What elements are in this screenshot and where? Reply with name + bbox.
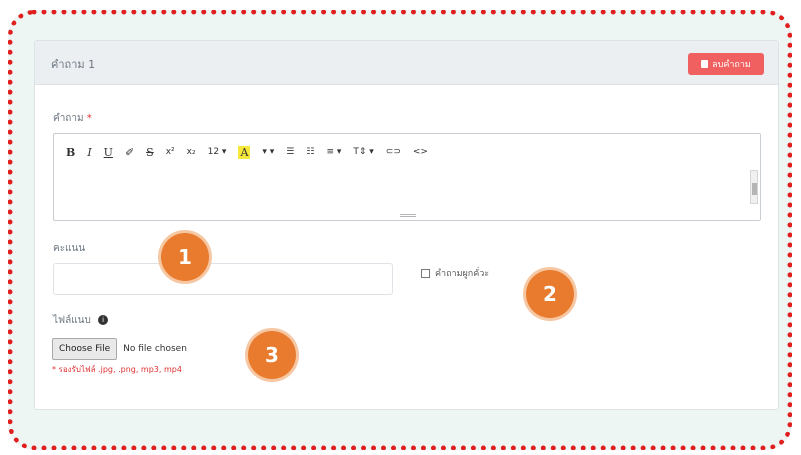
rich-text-editor[interactable]: B I U ✐ S x² x₂ 12 ▾ A ▾ ▾ ☰ ☷ ≡ ▾ T⇕ ▾ … — [53, 133, 761, 221]
file-status: No file chosen — [123, 344, 187, 354]
option-checkbox[interactable] — [421, 268, 430, 278]
panel-title: คำถาม 1 — [51, 58, 96, 71]
choose-file-button[interactable]: Choose File — [52, 338, 118, 360]
bold-button[interactable]: B — [66, 146, 75, 159]
delete-question-button[interactable]: ลบคำถาม — [688, 53, 764, 75]
subscript-button[interactable]: x₂ — [187, 147, 196, 157]
highlight-color-button[interactable]: A — [238, 145, 251, 159]
unordered-list-button[interactable]: ☰ — [286, 147, 294, 157]
align-dropdown[interactable]: ≡ ▾ — [326, 147, 341, 157]
ordered-list-button[interactable]: ☷ — [306, 147, 314, 157]
option-checkbox-group[interactable]: คำถามผูกคั่วะ — [421, 266, 489, 280]
step-badge-3: 3 — [248, 331, 296, 379]
question-panel: คำถาม 1 ลบคำถาม คำถาม * B I U ✐ S x² x₂ … — [34, 40, 779, 410]
answer-label: คะแนน — [53, 243, 86, 254]
font-size-dropdown[interactable]: 12 ▾ — [208, 147, 227, 157]
editor-toolbar: B I U ✐ S x² x₂ 12 ▾ A ▾ ▾ ☰ ☷ ≡ ▾ T⇕ ▾ … — [66, 143, 440, 161]
italic-button[interactable]: I — [87, 146, 91, 159]
editor-scrollbar[interactable] — [750, 170, 758, 204]
step-badge-1: 1 — [161, 233, 209, 281]
highlight-dropdown[interactable]: ▾ ▾ — [262, 147, 274, 157]
trash-icon — [701, 60, 709, 68]
file-hint: * รองรับไฟล์ .jpg, .png, mp3, mp4 — [52, 365, 182, 374]
resize-grip[interactable] — [400, 214, 416, 217]
file-label: ไฟล์แนบ i — [53, 313, 109, 328]
step-badge-2: 2 — [526, 270, 574, 318]
underline-button[interactable]: U — [104, 146, 113, 159]
eraser-icon[interactable]: ✐ — [125, 146, 134, 159]
required-mark: * — [86, 113, 92, 124]
superscript-button[interactable]: x² — [166, 147, 175, 157]
panel-header: คำถาม 1 ลบคำถาม — [35, 41, 778, 85]
link-icon[interactable]: ⊂⊃ — [386, 147, 401, 157]
strikethrough-button[interactable]: S — [146, 146, 154, 159]
file-input-row: Choose File No file chosen — [52, 338, 187, 360]
score-input[interactable] — [53, 263, 393, 295]
delete-button-label: ลบคำถาม — [712, 60, 751, 70]
option-checkbox-label: คำถามผูกคั่วะ — [435, 269, 490, 279]
question-label: คำถาม * — [53, 113, 92, 124]
text-size-dropdown[interactable]: T⇕ ▾ — [353, 147, 373, 157]
code-view-icon[interactable]: <> — [413, 147, 428, 157]
scrollbar-thumb[interactable] — [752, 183, 757, 195]
info-icon[interactable]: i — [98, 315, 109, 325]
